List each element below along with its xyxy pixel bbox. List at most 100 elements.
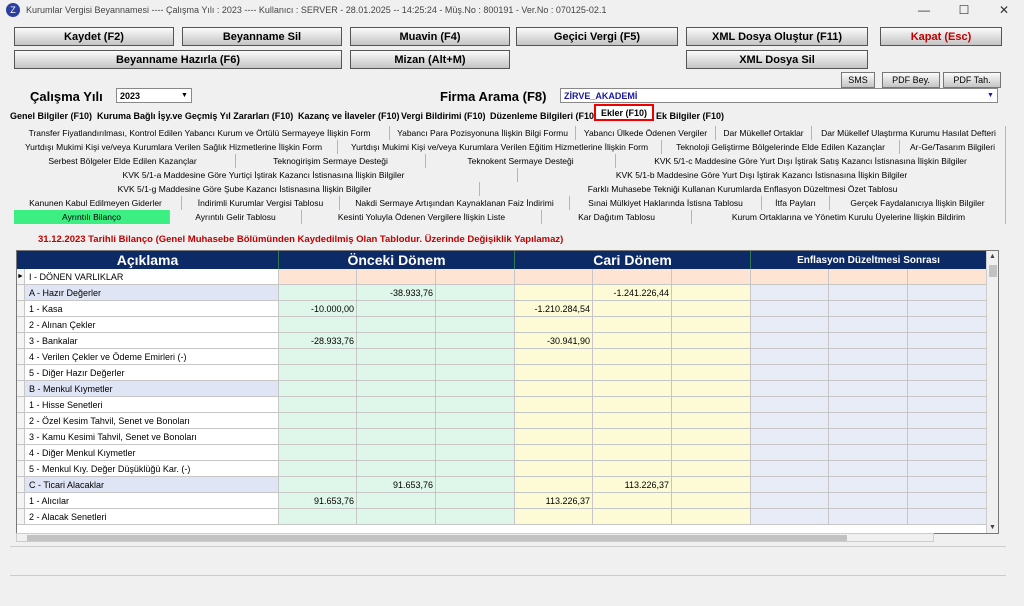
table-row[interactable]: 5 - Diğer Hazır Değerler	[17, 365, 987, 381]
row-indicator[interactable]	[17, 397, 25, 413]
cell-current[interactable]	[515, 509, 593, 525]
table-row[interactable]: C - Ticari Alacaklar 91.653,76 113.226,37	[17, 477, 987, 493]
cell-previous-total[interactable]	[357, 301, 436, 317]
cell-previous[interactable]: -28.933,76	[279, 333, 357, 349]
cell-inflation-extra[interactable]	[908, 397, 987, 413]
cell-inflation[interactable]	[751, 445, 829, 461]
cell-description[interactable]: 2 - Alacak Senetleri	[25, 509, 279, 525]
annex-tab[interactable]: Yurtdışı Mukimi Kişi ve/veya Kurumlara V…	[10, 140, 338, 154]
cell-description[interactable]: 2 - Alınan Çekler	[25, 317, 279, 333]
prepare-return-button[interactable]: Beyanname Hazırla (F6)	[14, 50, 342, 69]
tab-general[interactable]: Genel Bilgiler (F10)	[10, 109, 92, 123]
cell-current-extra[interactable]	[672, 317, 751, 333]
minimize-button[interactable]: —	[904, 0, 944, 20]
cell-description[interactable]: A - Hazır Değerler	[25, 285, 279, 301]
cell-inflation-extra[interactable]	[908, 285, 987, 301]
cell-previous[interactable]	[279, 509, 357, 525]
cell-current-extra[interactable]	[672, 349, 751, 365]
cell-current-extra[interactable]	[672, 445, 751, 461]
cell-current[interactable]	[515, 477, 593, 493]
cell-current-total[interactable]	[593, 333, 672, 349]
cell-inflation-extra[interactable]	[908, 269, 987, 285]
cell-previous-extra[interactable]	[436, 413, 515, 429]
cell-inflation-extra[interactable]	[908, 381, 987, 397]
cell-inflation-total[interactable]	[829, 445, 908, 461]
cell-previous[interactable]	[279, 445, 357, 461]
cell-current-extra[interactable]	[672, 301, 751, 317]
cell-previous[interactable]	[279, 461, 357, 477]
cell-previous-extra[interactable]	[436, 365, 515, 381]
cell-inflation-extra[interactable]	[908, 477, 987, 493]
cell-current-extra[interactable]	[672, 509, 751, 525]
cell-current[interactable]	[515, 317, 593, 333]
cell-inflation[interactable]	[751, 429, 829, 445]
pdf-tah-button[interactable]: PDF Tah.	[943, 72, 1001, 88]
cell-current-extra[interactable]	[672, 429, 751, 445]
cell-current-extra[interactable]	[672, 477, 751, 493]
cell-previous-total[interactable]	[357, 461, 436, 477]
vertical-scrollbar[interactable]: ▲ ▼	[986, 251, 998, 533]
cell-inflation-extra[interactable]	[908, 493, 987, 509]
cell-previous[interactable]	[279, 365, 357, 381]
annex-tab[interactable]: Teknoloji Geliştirme Bölgelerinde Elde E…	[662, 140, 900, 154]
cell-current-extra[interactable]	[672, 333, 751, 349]
cell-description[interactable]: 4 - Verilen Çekler ve Ödeme Emirleri (-)	[25, 349, 279, 365]
scroll-up-icon[interactable]: ▲	[987, 251, 998, 262]
row-indicator[interactable]	[17, 413, 25, 429]
table-row[interactable]: 4 - Verilen Çekler ve Ödeme Emirleri (-)	[17, 349, 987, 365]
cell-previous-extra[interactable]	[436, 333, 515, 349]
cell-previous-extra[interactable]	[436, 301, 515, 317]
muavin-button[interactable]: Muavin (F4)	[350, 27, 510, 46]
save-button[interactable]: Kaydet (F2)	[14, 27, 174, 46]
table-row[interactable]: 3 - Kamu Kesimi Tahvil, Senet ve Bonolar…	[17, 429, 987, 445]
cell-current-extra[interactable]	[672, 397, 751, 413]
cell-inflation-total[interactable]	[829, 285, 908, 301]
row-indicator[interactable]	[17, 445, 25, 461]
cell-current-extra[interactable]	[672, 285, 751, 301]
cell-previous-total[interactable]	[357, 365, 436, 381]
cell-previous-total[interactable]	[357, 413, 436, 429]
cell-description[interactable]: 2 - Özel Kesim Tahvil, Senet ve Bonoları	[25, 413, 279, 429]
row-indicator[interactable]	[17, 317, 25, 333]
annex-tab-selected[interactable]: Ayrıntılı Bilanço	[14, 210, 170, 224]
cell-current-total[interactable]	[593, 381, 672, 397]
balance-grid[interactable]: Açıklama Önceki Dönem Cari Dönem Enflasy…	[16, 250, 999, 534]
cell-previous[interactable]	[279, 381, 357, 397]
cell-description[interactable]: 1 - Kasa	[25, 301, 279, 317]
row-indicator[interactable]	[17, 301, 25, 317]
cell-previous-total[interactable]	[357, 269, 436, 285]
row-indicator[interactable]	[17, 493, 25, 509]
cell-current[interactable]	[515, 285, 593, 301]
annex-tab[interactable]: Farklı Muhasebe Tekniği Kullanan Kurumla…	[480, 182, 1006, 196]
annex-tab[interactable]: Kanunen Kabul Edilmeyen Giderler	[10, 196, 182, 210]
cell-current-total[interactable]	[593, 317, 672, 333]
tab-tax-report[interactable]: Vergi Bildirimi (F10)	[401, 109, 486, 123]
cell-current-total[interactable]	[593, 493, 672, 509]
cell-inflation[interactable]	[751, 301, 829, 317]
cell-previous[interactable]: -10.000,00	[279, 301, 357, 317]
cell-inflation[interactable]	[751, 333, 829, 349]
table-row[interactable]: 2 - Alınan Çekler	[17, 317, 987, 333]
cell-inflation-total[interactable]	[829, 493, 908, 509]
cell-previous[interactable]	[279, 317, 357, 333]
cell-previous[interactable]	[279, 349, 357, 365]
tab-arrangement[interactable]: Düzenleme Bilgileri (F10)	[490, 109, 597, 123]
table-row[interactable]: 3 - Bankalar -28.933,76 -30.941,90	[17, 333, 987, 349]
cell-description[interactable]: C - Ticari Alacaklar	[25, 477, 279, 493]
cell-current-total[interactable]	[593, 269, 672, 285]
temp-tax-button[interactable]: Geçici Vergi (F5)	[516, 27, 678, 46]
annex-tab[interactable]: Ayrıntılı Gelir Tablosu	[170, 210, 302, 224]
cell-inflation[interactable]	[751, 269, 829, 285]
cell-current-total[interactable]	[593, 429, 672, 445]
cell-description[interactable]: 5 - Menkul Kıy. Değer Düşüklüğü Kar. (-)	[25, 461, 279, 477]
cell-previous-total[interactable]	[357, 333, 436, 349]
cell-previous-extra[interactable]	[436, 509, 515, 525]
table-row[interactable]: 2 - Özel Kesim Tahvil, Senet ve Bonoları	[17, 413, 987, 429]
cell-previous-total[interactable]: -38.933,76	[357, 285, 436, 301]
annex-tab[interactable]: Kar Dağıtım Tablosu	[542, 210, 692, 224]
cell-previous[interactable]	[279, 477, 357, 493]
cell-inflation[interactable]	[751, 477, 829, 493]
year-select[interactable]: 2023 ▼	[116, 88, 192, 103]
cell-current[interactable]	[515, 429, 593, 445]
annex-tab[interactable]: KVK 5/1-b Maddesine Göre Yurt Dışı İştir…	[518, 168, 1006, 182]
